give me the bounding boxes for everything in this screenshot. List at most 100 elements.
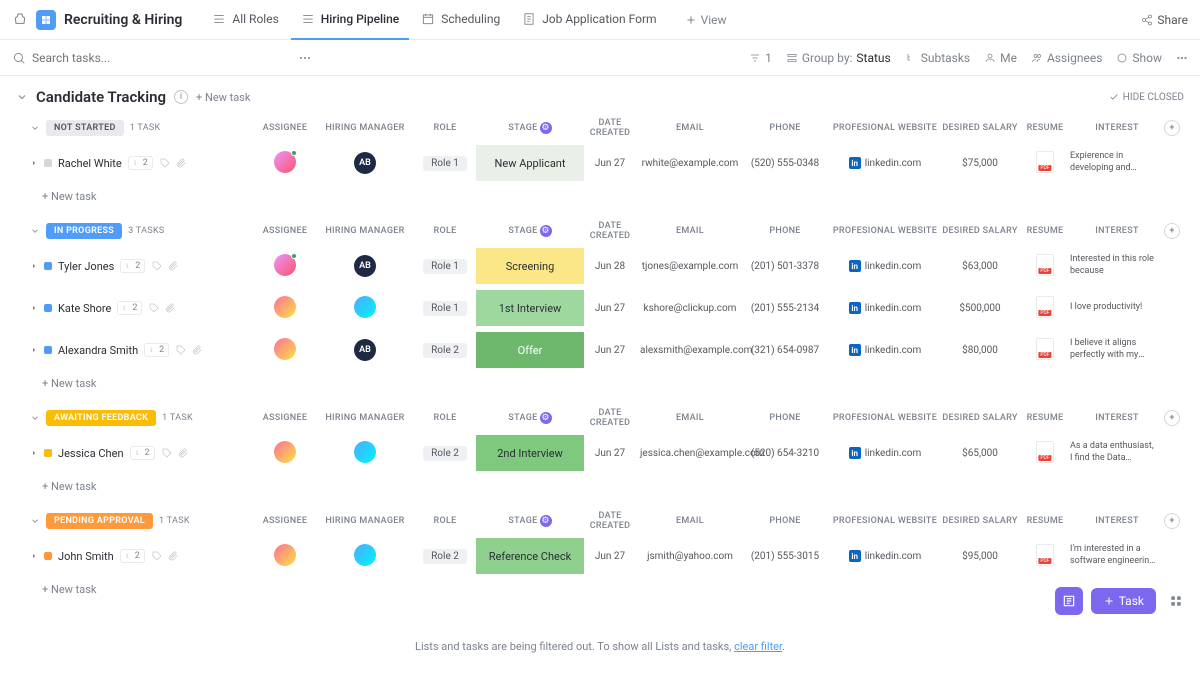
filter-button[interactable]: 1 — [749, 51, 772, 65]
status-pill[interactable]: AWAITING FEEDBACK — [46, 410, 156, 426]
column-header[interactable]: PHONE — [740, 123, 830, 133]
more-icon[interactable] — [1176, 52, 1188, 64]
search-input[interactable] — [32, 51, 232, 65]
task-row[interactable]: Alexandra Smith2ABRole 2OfferJun 27alexs… — [0, 329, 1200, 371]
column-header[interactable]: INTEREST — [1070, 123, 1164, 133]
role-tag[interactable]: Role 1 — [423, 259, 467, 274]
manager-avatar[interactable] — [354, 441, 376, 463]
task-name[interactable]: Alexandra Smith — [58, 344, 138, 357]
website-cell[interactable]: inlinkedin.com — [830, 260, 940, 272]
column-header[interactable]: PHONE — [740, 516, 830, 526]
column-header[interactable]: PROFESIONAL WEBSITE — [830, 123, 940, 133]
column-header[interactable]: DATE CREATED — [580, 221, 640, 241]
manager-avatar[interactable]: AB — [354, 339, 376, 361]
column-header[interactable]: RESUME — [1020, 516, 1070, 526]
tag-icon[interactable] — [148, 302, 160, 314]
column-header[interactable]: ROLE — [410, 413, 480, 423]
list-title[interactable]: Candidate Tracking — [36, 88, 166, 106]
attachment-icon[interactable] — [177, 447, 189, 459]
manager-avatar[interactable] — [354, 296, 376, 318]
add-task-row[interactable]: + New task — [0, 474, 1200, 499]
column-header[interactable]: DATE CREATED — [580, 118, 640, 138]
notification-icon[interactable] — [12, 12, 28, 28]
info-icon[interactable]: i — [174, 90, 188, 104]
assignee-avatar[interactable] — [274, 151, 296, 173]
column-header[interactable]: ASSIGNEE — [250, 226, 320, 236]
column-header[interactable]: PHONE — [740, 226, 830, 236]
email-cell[interactable]: alexsmith@example.com — [640, 345, 740, 356]
hide-closed-toggle[interactable]: HIDE CLOSED — [1109, 92, 1184, 103]
share-button[interactable]: Share — [1141, 13, 1188, 27]
add-column-button[interactable]: + — [1164, 223, 1180, 239]
fab-apps-button[interactable] — [1164, 589, 1188, 613]
view-tab-all-roles[interactable]: All Roles — [202, 0, 288, 40]
website-cell[interactable]: inlinkedin.com — [830, 157, 940, 169]
column-header[interactable]: ASSIGNEE — [250, 413, 320, 423]
view-tab-job-application-form[interactable]: Job Application Form — [512, 0, 666, 40]
email-cell[interactable]: jessica.chen@example.com — [640, 448, 740, 459]
column-header[interactable]: DESIRED SALARY — [940, 413, 1020, 423]
role-tag[interactable]: Role 2 — [423, 446, 467, 461]
add-task-row[interactable]: + New task — [0, 184, 1200, 209]
expand-icon[interactable] — [30, 262, 38, 270]
add-task-row[interactable]: + New task — [0, 577, 1200, 602]
stage-settings-icon[interactable]: ⚙ — [540, 225, 552, 237]
column-header[interactable]: HIRING MANAGER — [320, 516, 410, 526]
attachment-icon[interactable] — [167, 550, 179, 562]
column-header[interactable]: ROLE — [410, 516, 480, 526]
tag-icon[interactable] — [175, 344, 187, 356]
column-header[interactable]: INTEREST — [1070, 226, 1164, 236]
stage-cell[interactable]: Reference Check — [476, 538, 584, 574]
status-dot[interactable] — [44, 159, 52, 167]
tag-icon[interactable] — [151, 260, 163, 272]
column-header[interactable]: RESUME — [1020, 226, 1070, 236]
email-cell[interactable]: kshore@clickup.com — [640, 303, 740, 314]
stage-cell[interactable]: Screening — [476, 248, 584, 284]
search-options-icon[interactable] — [298, 51, 312, 65]
manager-avatar[interactable]: AB — [354, 255, 376, 277]
task-row[interactable]: Jessica Chen2Role 22nd InterviewJun 27je… — [0, 432, 1200, 474]
assignees-button[interactable]: Assignees — [1031, 51, 1102, 65]
column-header[interactable]: EMAIL — [640, 226, 740, 236]
view-tab-hiring-pipeline[interactable]: Hiring Pipeline — [291, 0, 409, 40]
column-header-stage[interactable]: STAGE⚙ — [480, 412, 580, 424]
attachment-icon[interactable] — [175, 157, 187, 169]
stage-cell[interactable]: 2nd Interview — [476, 435, 584, 471]
task-row[interactable]: John Smith2Role 2Reference CheckJun 27js… — [0, 535, 1200, 577]
status-pill[interactable]: NOT STARTED — [46, 120, 124, 136]
subtask-count[interactable]: 2 — [120, 549, 145, 563]
clear-filter-link[interactable]: clear filter — [734, 640, 782, 653]
stage-settings-icon[interactable]: ⚙ — [540, 412, 552, 424]
stage-settings-icon[interactable]: ⚙ — [540, 515, 552, 527]
resume-icon[interactable] — [1036, 151, 1054, 173]
add-column-button[interactable]: + — [1164, 513, 1180, 529]
collapse-group-icon[interactable] — [30, 123, 40, 133]
column-header[interactable]: PHONE — [740, 413, 830, 423]
column-header[interactable]: HIRING MANAGER — [320, 123, 410, 133]
new-task-link-header[interactable]: + New task — [196, 91, 250, 104]
expand-icon[interactable] — [30, 159, 38, 167]
attachment-icon[interactable] — [191, 344, 203, 356]
status-dot[interactable] — [44, 552, 52, 560]
resume-icon[interactable] — [1036, 544, 1054, 566]
column-header[interactable]: HIRING MANAGER — [320, 226, 410, 236]
assignee-avatar[interactable] — [274, 544, 296, 566]
status-dot[interactable] — [44, 262, 52, 270]
status-dot[interactable] — [44, 346, 52, 354]
workspace-name[interactable]: Recruiting & Hiring — [64, 12, 182, 28]
tag-icon[interactable] — [151, 550, 163, 562]
me-button[interactable]: Me — [984, 51, 1017, 65]
expand-icon[interactable] — [30, 552, 38, 560]
role-tag[interactable]: Role 2 — [423, 549, 467, 564]
add-column-button[interactable]: + — [1164, 120, 1180, 136]
tag-icon[interactable] — [161, 447, 173, 459]
column-header[interactable]: INTEREST — [1070, 413, 1164, 423]
status-pill[interactable]: PENDING APPROVAL — [46, 513, 153, 529]
assignee-avatar[interactable] — [274, 338, 296, 360]
fab-note-button[interactable] — [1055, 587, 1083, 615]
role-tag[interactable]: Role 2 — [423, 343, 467, 358]
space-icon[interactable] — [36, 10, 56, 30]
collapse-group-icon[interactable] — [30, 516, 40, 526]
assignee-avatar[interactable] — [274, 441, 296, 463]
status-pill[interactable]: IN PROGRESS — [46, 223, 122, 239]
